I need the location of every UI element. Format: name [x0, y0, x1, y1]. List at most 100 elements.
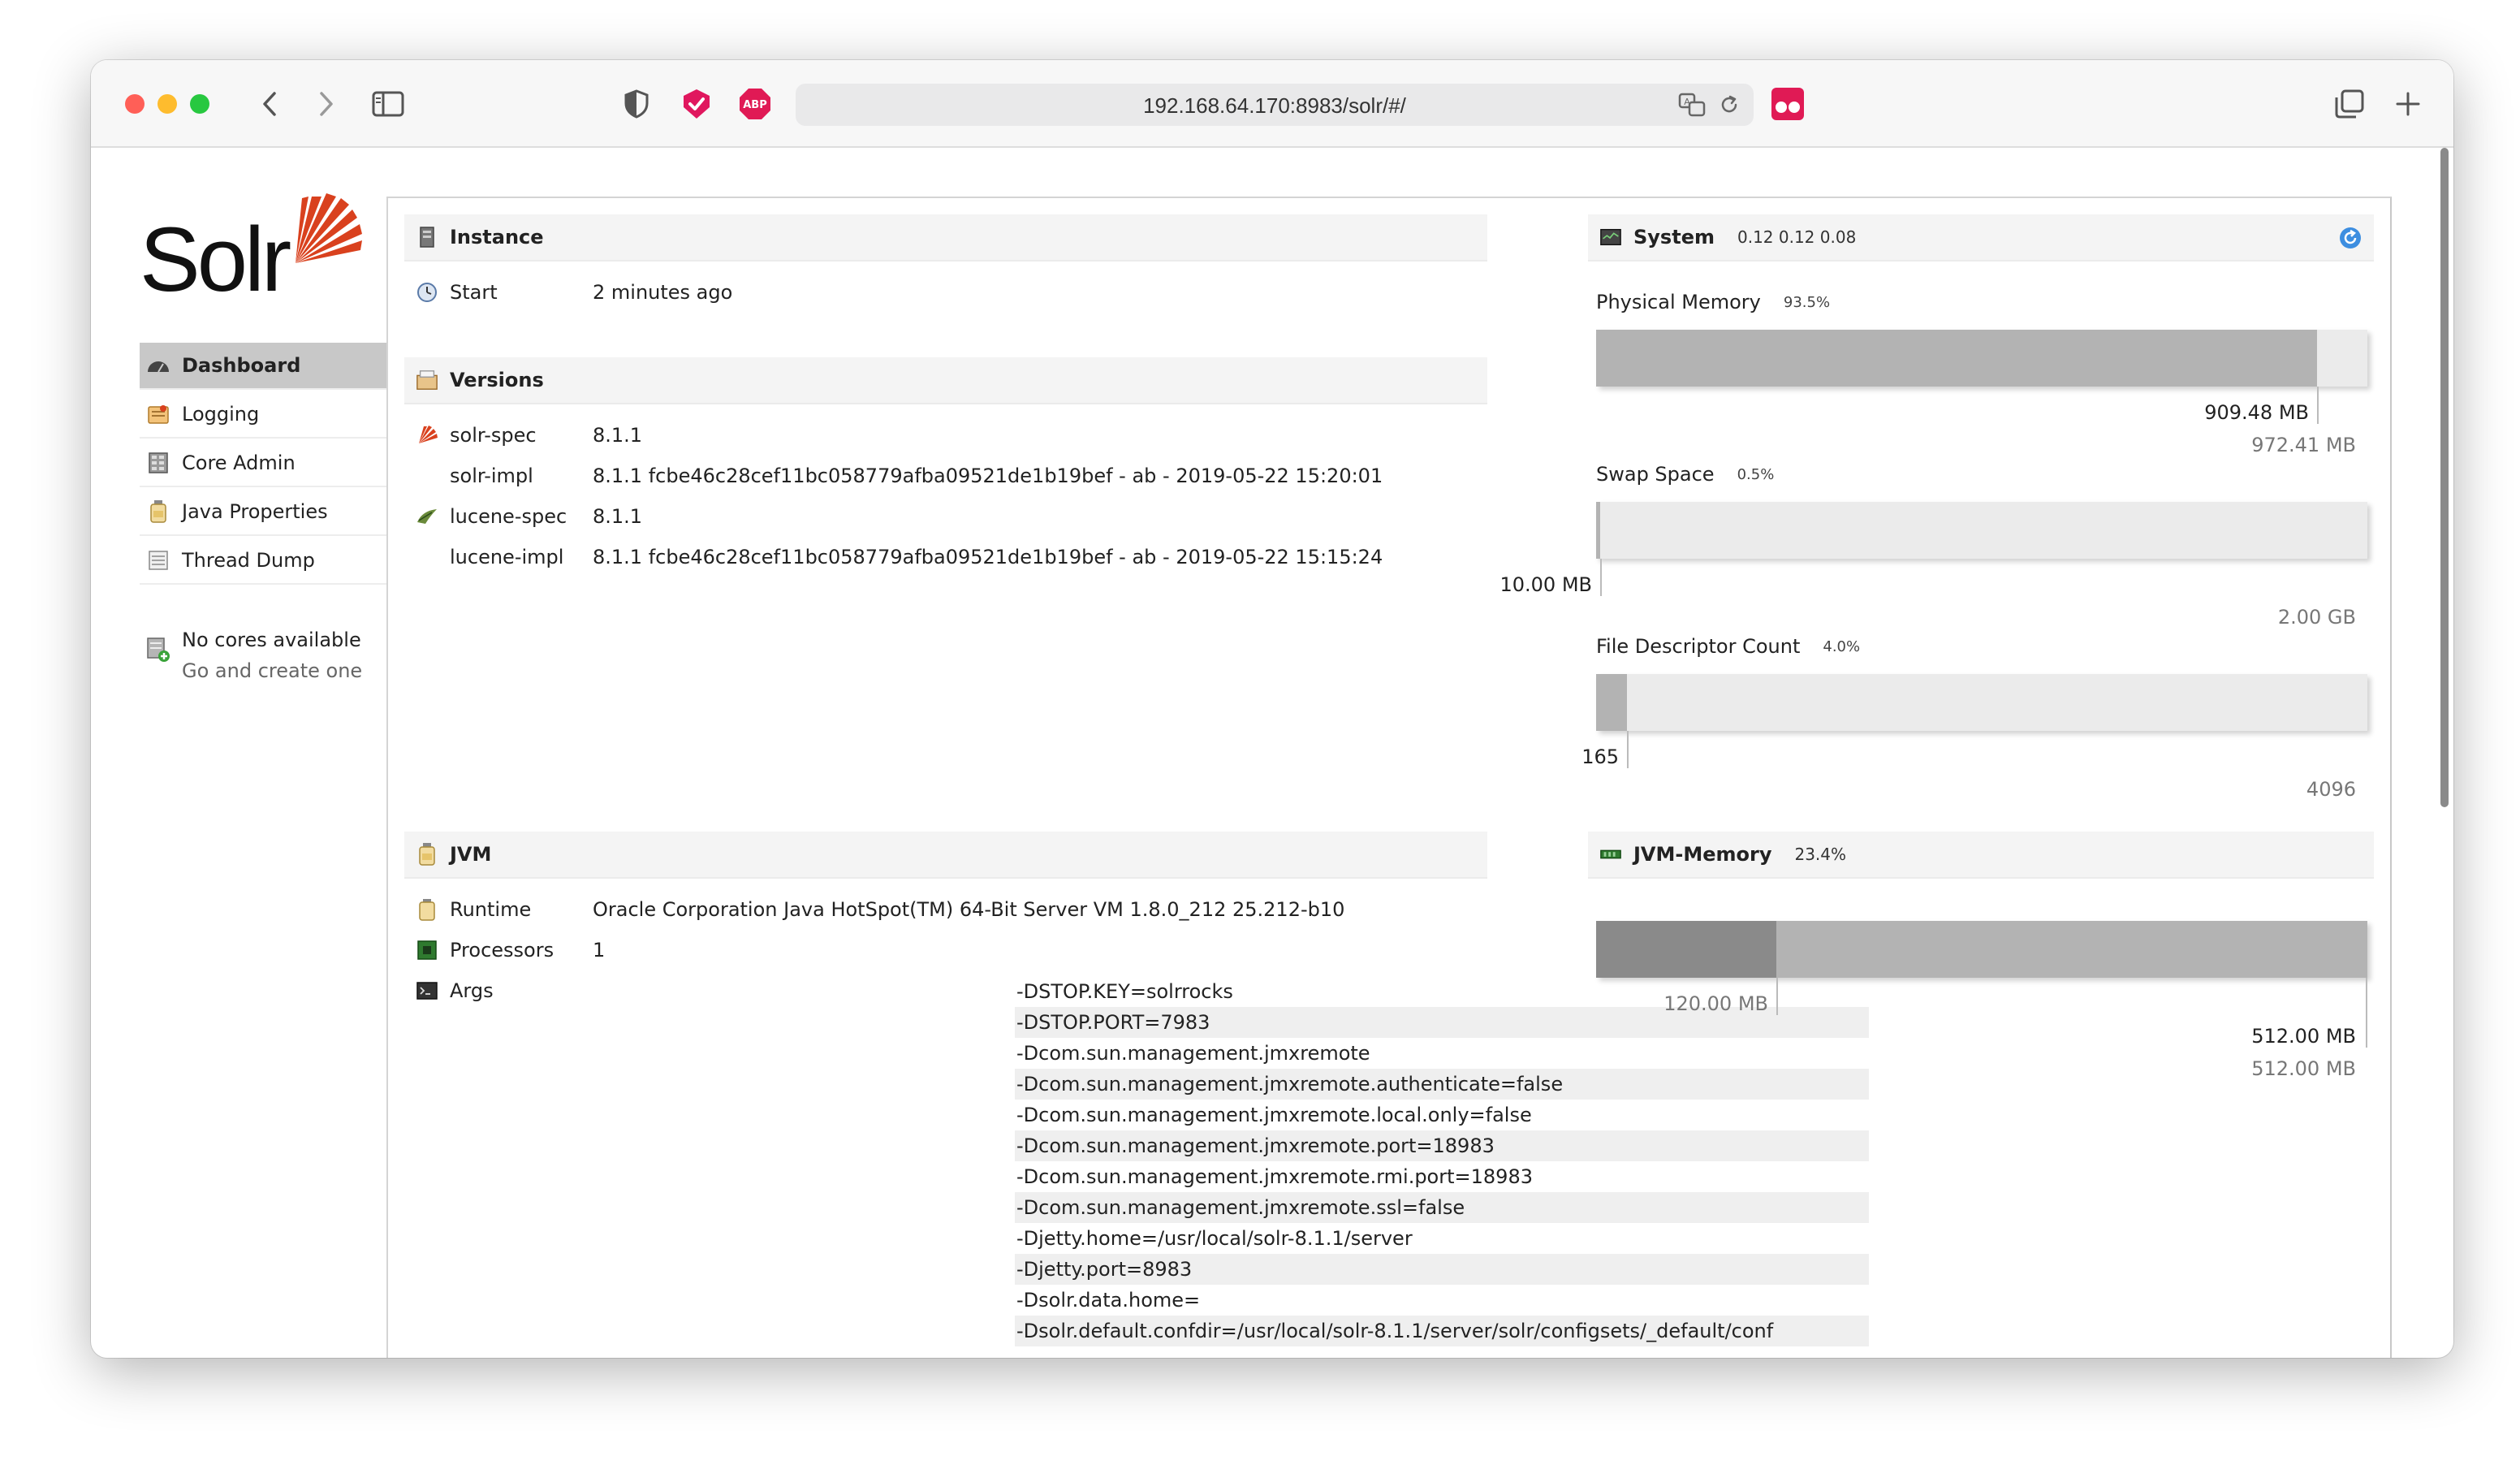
- jvm-args-row: Args: [416, 976, 593, 1005]
- system-icon: [1599, 226, 1622, 248]
- physical-memory-bar: [1596, 330, 2367, 387]
- version-value: 8.1.1: [593, 424, 643, 447]
- sidebar-item-label: Java Properties: [182, 500, 328, 523]
- sidebar-item-java-properties[interactable]: Java Properties: [140, 489, 386, 536]
- thread-dump-icon: [146, 548, 170, 573]
- sidebar-item-logging[interactable]: Logging: [140, 391, 386, 439]
- dashboard-icon: [146, 353, 170, 378]
- reload-button[interactable]: [1715, 90, 1744, 119]
- solr-icon: [416, 424, 438, 447]
- solr-sun-icon: [296, 193, 362, 263]
- args-label: Args: [450, 979, 494, 1002]
- versions-section-header: Versions: [404, 357, 1487, 404]
- forward-button[interactable]: [310, 88, 343, 120]
- refresh-button[interactable]: [2338, 226, 2362, 255]
- system-title: System: [1633, 226, 1715, 248]
- clock-icon: [416, 281, 438, 304]
- solr-logo-text: Solr: [140, 209, 291, 310]
- version-value: 8.1.1: [593, 505, 643, 528]
- swap-space-marker: [1600, 559, 1602, 596]
- jvm-icon: [416, 843, 438, 866]
- maximize-window-button[interactable]: [190, 94, 209, 114]
- sidebar-item-label: Logging: [182, 403, 260, 426]
- jvm-arg-item: -Dcom.sun.management.jmxremote.local.onl…: [1016, 1104, 1532, 1126]
- jvm-title: JVM: [450, 843, 492, 866]
- translate-button[interactable]: A: [1677, 90, 1707, 119]
- gauge-label-text: Physical Memory: [1596, 291, 1761, 313]
- solr-logo[interactable]: Solr: [136, 188, 364, 310]
- jvm-arg-item: -Dcom.sun.management.jmxremote.authentic…: [1015, 1069, 1869, 1100]
- back-button[interactable]: [253, 88, 286, 120]
- jvm-memory-bar: [1596, 921, 2367, 978]
- jvm-memory-max-marker: [2366, 978, 2367, 1048]
- adblock-button[interactable]: ABP: [737, 86, 773, 122]
- swap-space-used: 10.00 MB: [1499, 573, 1592, 596]
- jvm-arg-item: -Dsolr.data.home=: [1016, 1289, 1201, 1312]
- runtime-icon: [416, 898, 438, 921]
- swap-space-fill: [1596, 502, 1600, 559]
- extension-check-button[interactable]: [679, 86, 714, 122]
- jvm-memory-total: 512.00 MB: [2251, 1057, 2356, 1080]
- chevron-right-icon: [320, 92, 333, 116]
- sidebar-item-label: Core Admin: [182, 452, 296, 474]
- physical-memory-marker: [2317, 387, 2319, 424]
- new-tab-button[interactable]: [2390, 86, 2426, 122]
- jvm-processors-row: Processors 1: [416, 936, 605, 965]
- extension-icon: [1771, 88, 1804, 120]
- tab-overview-button[interactable]: [2332, 86, 2367, 122]
- check-shield-icon: [684, 89, 710, 119]
- sidebar-item-thread-dump[interactable]: Thread Dump: [140, 538, 386, 585]
- version-row-solr-impl: solr-impl 8.1.1 fcbe46c28cef11bc058779af…: [416, 461, 1383, 490]
- runtime-label: Runtime: [450, 898, 532, 921]
- file-descriptor-marker: [1627, 731, 1629, 768]
- sidebar-item-label: Thread Dump: [182, 549, 315, 572]
- privacy-shield-button[interactable]: [620, 88, 653, 120]
- file-descriptor-label: File Descriptor Count 4.0%: [1596, 635, 1860, 658]
- version-row-lucene-spec: lucene-spec 8.1.1: [416, 502, 642, 531]
- jvm-runtime-row: Runtime Oracle Corporation Java HotSpot(…: [416, 895, 1344, 924]
- jvm-memory-section-header: JVM-Memory 23.4%: [1588, 832, 2374, 879]
- address-bar[interactable]: 192.168.64.170:8983/solr/#/ A: [796, 84, 1754, 126]
- gauge-percent: 0.5%: [1737, 465, 1775, 483]
- jvm-memory-max: 512.00 MB: [2251, 1025, 2356, 1048]
- sidebar-item-dashboard[interactable]: Dashboard: [140, 343, 386, 390]
- lucene-icon: [416, 505, 438, 528]
- reload-icon: [1721, 95, 1737, 113]
- jvm-arg-item: -Djetty.home=/usr/local/solr-8.1.1/serve…: [1016, 1227, 1413, 1250]
- extension-button[interactable]: [1770, 86, 1806, 122]
- jvm-arg-item: -Djetty.port=8983: [1015, 1254, 1869, 1285]
- swap-space-label: Swap Space 0.5%: [1596, 463, 1774, 486]
- dashboard-panel: Instance Start 2 minutes ago Versions so…: [386, 197, 2392, 1358]
- instance-start-row: Start 2 minutes ago: [416, 278, 732, 307]
- jvm-section-header: JVM: [404, 832, 1487, 879]
- chevron-left-icon: [263, 92, 276, 116]
- sidebar-item-core-admin[interactable]: Core Admin: [140, 440, 386, 487]
- no-cores-text: No cores available: [182, 629, 361, 651]
- jvm-arg-item: -Dsolr.default.confdir=/usr/local/solr-8…: [1015, 1316, 1869, 1346]
- version-key: solr-spec: [450, 424, 537, 447]
- core-admin-icon: [146, 451, 170, 475]
- jvm-arg-item: -Dcom.sun.management.jmxremote.rmi.port=…: [1016, 1165, 1533, 1188]
- browser-toolbar: ABP 192.168.64.170:8983/solr/#/ A: [91, 60, 2453, 148]
- jvm-memory-percent: 23.4%: [1794, 845, 1847, 864]
- physical-memory-used: 909.48 MB: [2204, 401, 2309, 424]
- translate-icon: A: [1678, 93, 1706, 117]
- close-window-button[interactable]: [125, 94, 145, 114]
- sidebar-icon: [372, 91, 404, 117]
- jvm-memory-used-marker: [1776, 978, 1778, 1015]
- file-descriptor-total: 4096: [2306, 778, 2356, 801]
- versions-icon: [416, 369, 438, 391]
- version-value: 8.1.1 fcbe46c28cef11bc058779afba09521de1…: [593, 546, 1383, 568]
- physical-memory-fill: [1596, 330, 2317, 387]
- file-descriptor-used: 165: [1581, 745, 1619, 768]
- swap-space-bar: [1596, 502, 2367, 559]
- create-core-link[interactable]: Go and create one: [182, 659, 362, 682]
- gauge-percent: 93.5%: [1783, 293, 1831, 311]
- sidebar-toggle-button[interactable]: [370, 88, 406, 120]
- jvm-arg-item: -Dcom.sun.management.jmxremote.port=1898…: [1015, 1130, 1869, 1161]
- version-key: lucene-impl: [450, 546, 564, 568]
- args-icon: [416, 979, 438, 1002]
- minimize-window-button[interactable]: [158, 94, 177, 114]
- version-key: lucene-spec: [450, 505, 567, 528]
- start-value: 2 minutes ago: [593, 281, 733, 304]
